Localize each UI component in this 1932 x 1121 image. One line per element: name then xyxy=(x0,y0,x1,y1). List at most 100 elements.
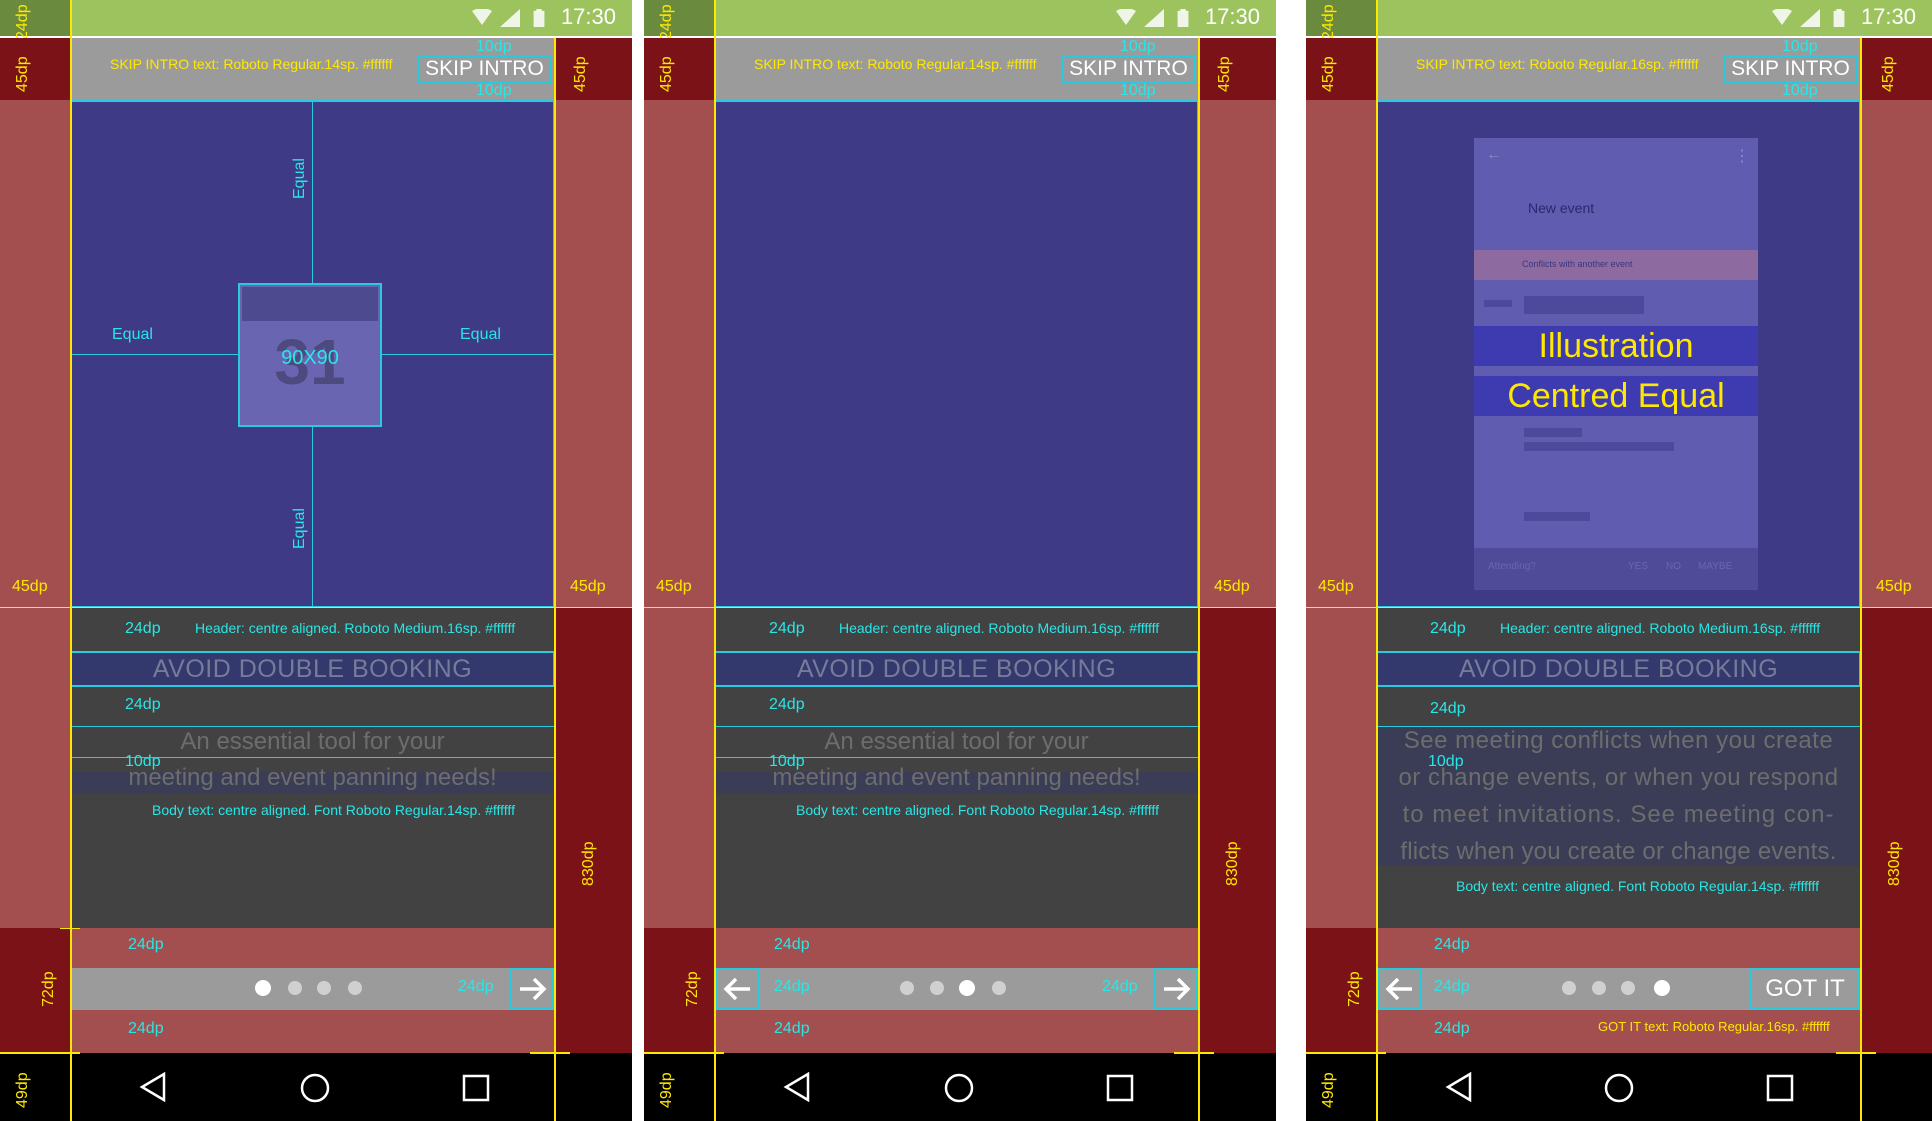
dp-label: 24dp xyxy=(125,620,161,637)
screen-header: AVOID DOUBLE BOOKING xyxy=(70,651,555,687)
page-dot[interactable] xyxy=(288,981,302,995)
dp-label: 24dp xyxy=(128,936,164,953)
dp-label: 45dp xyxy=(658,56,675,92)
page-dot[interactable] xyxy=(900,981,914,995)
home-icon[interactable] xyxy=(299,1072,331,1104)
dp-label: 24dp xyxy=(1434,1020,1470,1037)
size-label: 90X90 xyxy=(281,347,339,369)
mock-line xyxy=(1484,300,1512,307)
dp-label: 10dp xyxy=(1120,38,1156,55)
calendar-header xyxy=(242,287,378,321)
back-icon[interactable] xyxy=(138,1071,170,1103)
status-time: 17:30 xyxy=(560,4,616,29)
recents-icon[interactable] xyxy=(1106,1074,1134,1102)
dp-label: 45dp xyxy=(1320,56,1337,92)
page-dot[interactable] xyxy=(1621,981,1635,995)
dp-label: 45dp xyxy=(656,578,692,595)
skip-intro-button[interactable]: SKIP INTRO xyxy=(418,55,551,83)
screen-2: 17:30 24dp 45dp 45dp SKIP INTRO text: Ro… xyxy=(644,0,1276,1121)
guide-line xyxy=(1860,38,1862,1121)
signal-icon xyxy=(1144,9,1164,27)
dp-label: 45dp xyxy=(1214,578,1250,595)
dp-label: 24dp xyxy=(1434,978,1470,995)
skip-spec: SKIP INTRO text: Roboto Regular.14sp. #f… xyxy=(110,56,393,72)
guide-line xyxy=(1198,38,1200,1121)
dp-label: 24dp xyxy=(769,620,805,637)
screen-header: AVOID DOUBLE BOOKING xyxy=(714,651,1199,687)
mock-title: New event xyxy=(1528,200,1595,216)
back-button[interactable] xyxy=(1378,968,1422,1010)
guide-line xyxy=(1306,1052,1386,1054)
dp-label: 72dp xyxy=(1346,971,1363,1007)
dp-label: 24dp xyxy=(1434,936,1470,953)
got-it-button[interactable]: GOT IT xyxy=(1750,968,1860,1010)
guide-line xyxy=(1174,1052,1214,1054)
back-icon[interactable] xyxy=(782,1071,814,1103)
dp-label: 24dp xyxy=(125,696,161,713)
guide-line xyxy=(530,1052,570,1054)
back-icon[interactable] xyxy=(1444,1071,1476,1103)
equal-label: Equal xyxy=(291,508,308,549)
illustration-panel xyxy=(714,100,1199,608)
left-margin xyxy=(0,100,70,928)
back-button[interactable] xyxy=(716,968,760,1010)
dp-label: 45dp xyxy=(570,578,606,595)
home-icon[interactable] xyxy=(1603,1072,1635,1104)
guide-line xyxy=(554,38,556,1121)
left-margin-top xyxy=(644,38,714,100)
signal-icon xyxy=(1800,9,1820,27)
home-icon[interactable] xyxy=(943,1072,975,1104)
body-line: flicts when you create or change events. xyxy=(1400,838,1837,865)
dp-label: 10dp xyxy=(1782,38,1818,55)
dp-label: 24dp xyxy=(774,936,810,953)
skip-intro-button[interactable]: SKIP INTRO xyxy=(1724,55,1857,83)
right-margin-lower xyxy=(1861,608,1932,1053)
skip-intro-button[interactable]: SKIP INTRO xyxy=(1062,55,1195,83)
recents-icon[interactable] xyxy=(462,1074,490,1102)
arrow-left-icon xyxy=(723,977,750,1001)
page-dot[interactable] xyxy=(1592,981,1606,995)
dp-label: 45dp xyxy=(1876,578,1912,595)
page-dot[interactable] xyxy=(348,981,362,995)
guide-line xyxy=(72,354,238,355)
dp-label: 49dp xyxy=(14,1072,31,1108)
page-dot[interactable] xyxy=(317,981,331,995)
arrow-right-icon xyxy=(520,977,547,1001)
dp-label: 830dp xyxy=(1886,841,1903,887)
next-button[interactable] xyxy=(510,968,554,1010)
dp-label: 72dp xyxy=(684,971,701,1007)
page-dot[interactable] xyxy=(992,981,1006,995)
mock-attending: Attending? xyxy=(1488,561,1536,572)
page-dot[interactable] xyxy=(1562,981,1576,995)
next-button[interactable] xyxy=(1154,968,1198,1010)
page-dot[interactable] xyxy=(959,980,975,996)
body-line: See meeting conflicts when you create xyxy=(1403,727,1834,754)
status-bar: 17:30 xyxy=(644,0,1276,36)
mock-menu-icon: ⋮ xyxy=(1734,148,1750,165)
right-margin xyxy=(1199,100,1276,608)
mock-footer: Attending? YES NO MAYBE xyxy=(1474,548,1758,590)
centred-equal-label: Centred Equal xyxy=(1474,376,1758,416)
dp-label: 24dp xyxy=(458,978,494,995)
guide-line xyxy=(0,1052,80,1054)
equal-label: Equal xyxy=(112,326,153,343)
mock-no: NO xyxy=(1666,561,1681,572)
guide-line xyxy=(644,1052,724,1054)
screen-3: 17:30 24dp 45dp 45dp SKIP INTRO text: Ro… xyxy=(1306,0,1932,1121)
body-spec: Body text: centre aligned. Font Roboto R… xyxy=(152,802,515,818)
status-bar: 17:30 xyxy=(0,0,632,36)
dp-label: 24dp xyxy=(769,696,805,713)
mock-line xyxy=(1524,512,1590,521)
page-dot[interactable] xyxy=(1654,980,1670,996)
battery-icon xyxy=(1833,9,1845,27)
right-margin-top xyxy=(555,38,632,100)
signal-icon xyxy=(500,9,520,27)
left-margin-top xyxy=(0,38,70,100)
status-bar-margin xyxy=(644,0,714,36)
page-dot[interactable] xyxy=(255,980,271,996)
body-line: to meet invitations. See meeting con- xyxy=(1402,801,1835,828)
battery-icon xyxy=(1177,9,1189,27)
recents-icon[interactable] xyxy=(1766,1074,1794,1102)
illustration-panel: ← ⋮ New event Conflicts with another eve… xyxy=(1376,100,1861,608)
page-dot[interactable] xyxy=(930,981,944,995)
